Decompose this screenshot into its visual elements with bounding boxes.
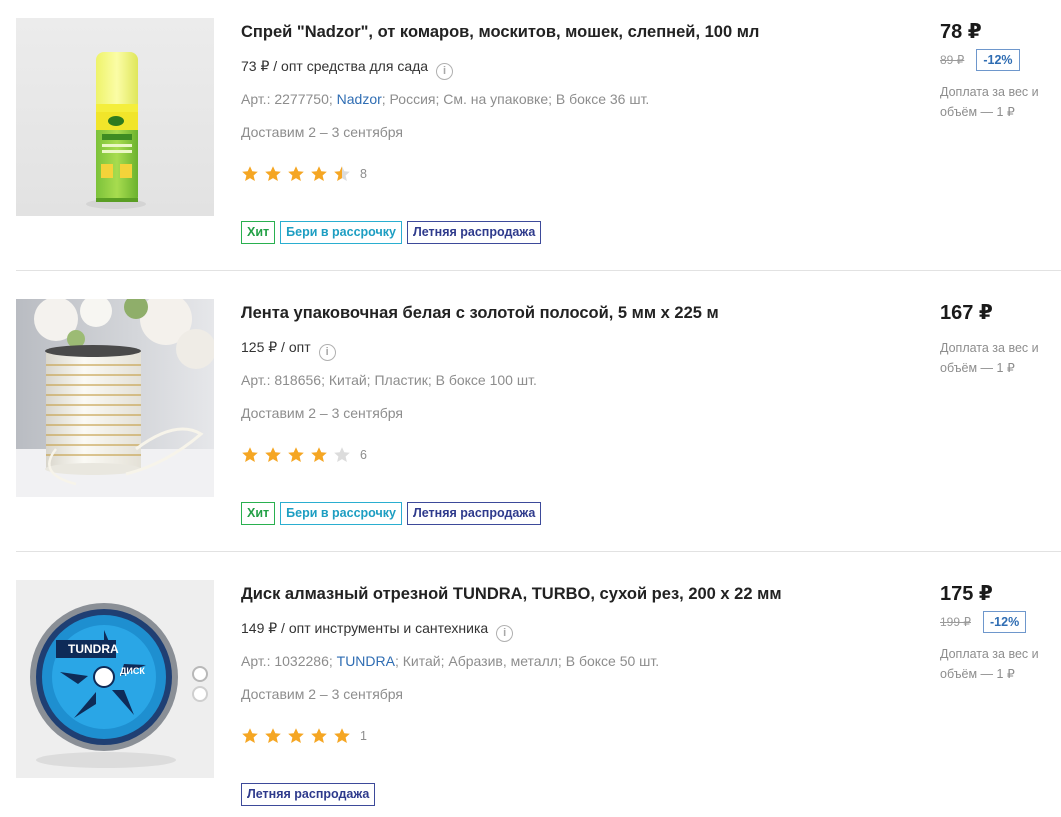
current-price: 78 ₽ xyxy=(940,21,982,43)
brand-link[interactable]: TUNDRA xyxy=(337,653,395,669)
specs-article: Арт.: 818656; Китай; Пластик; В боксе 10… xyxy=(241,372,537,388)
reviews-count[interactable]: 6 xyxy=(360,448,367,462)
badges: Хит Бери в рассрочку Летняя распродажа xyxy=(241,502,542,525)
surcharge-note: Доплата за вес и объём — 1 ₽ xyxy=(940,85,1039,119)
star-filled-icon xyxy=(311,447,327,462)
product-specs: Арт.: 818656; Китай; Пластик; В боксе 10… xyxy=(241,369,537,391)
star-filled-icon xyxy=(265,728,281,743)
disc-brand-label: TUNDRA xyxy=(68,642,119,656)
gallery-dot[interactable] xyxy=(192,666,208,682)
star-filled-icon xyxy=(288,166,304,181)
info-icon[interactable]: i xyxy=(496,625,514,642)
product-image-disc[interactable]: TUNDRA ДИСК xyxy=(16,580,214,778)
wholesale-price: 73 ₽ / опт средства для сада i xyxy=(241,55,454,80)
product-title[interactable]: Лента упаковочная белая с золотой полосо… xyxy=(241,299,931,327)
star-filled-icon xyxy=(242,447,258,462)
specs-rest: ; Россия; См. на упаковке; В боксе 36 шт… xyxy=(381,91,650,107)
brand-link[interactable]: Nadzor xyxy=(337,91,382,107)
badge-hit[interactable]: Хит xyxy=(241,502,276,525)
ribbon-spool-image xyxy=(16,299,214,497)
delivery-date: Доставим 2 – 3 сентября xyxy=(241,405,404,421)
badge-hit[interactable]: Хит xyxy=(241,221,276,244)
old-price: 89 ₽ xyxy=(940,53,965,67)
product-info: Диск алмазный отрезной TUNDRA, TURBO, су… xyxy=(241,580,931,806)
surcharge-note: Доплата за вес и объём — 1 ₽ xyxy=(940,341,1039,375)
specs-article: Арт.: 2277750; xyxy=(241,91,333,107)
product-title[interactable]: Диск алмазный отрезной TUNDRA, TURBO, су… xyxy=(241,580,931,608)
wholesale-text: 125 ₽ / опт xyxy=(241,339,311,355)
badge-summer-sale[interactable]: Летняя распродажа xyxy=(241,783,376,806)
current-price: 175 ₽ xyxy=(940,583,993,605)
star-empty-icon xyxy=(334,447,350,462)
spray-bottle-image xyxy=(16,18,214,216)
product-specs: Арт.: 2277750; Nadzor; Россия; См. на уп… xyxy=(241,88,649,110)
divider xyxy=(16,551,1061,552)
star-filled-icon xyxy=(265,166,281,181)
diamond-disc-image: TUNDRA ДИСК xyxy=(16,580,214,778)
current-price: 167 ₽ xyxy=(940,302,993,324)
product-image-spray[interactable] xyxy=(16,18,214,216)
star-half-icon xyxy=(334,166,350,181)
star-filled-icon xyxy=(288,447,304,462)
wholesale-price: 149 ₽ / опт инструменты и сантехника i xyxy=(241,617,514,642)
image-gallery-dots xyxy=(192,666,208,706)
product-title[interactable]: Спрей "Nadzor", от комаров, москитов, мо… xyxy=(241,18,931,46)
star-filled-icon xyxy=(242,166,258,181)
badges: Хит Бери в рассрочку Летняя распродажа xyxy=(241,221,542,244)
product-image-ribbon[interactable] xyxy=(16,299,214,497)
old-price-row: 89 ₽ -12% xyxy=(940,49,1020,71)
old-price: 199 ₽ xyxy=(940,615,971,629)
price-block: 167 ₽ Доплата за вес и объём — 1 ₽ xyxy=(940,299,1061,375)
star-filled-icon xyxy=(288,728,304,743)
badge-installment[interactable]: Бери в рассрочку xyxy=(280,502,402,525)
old-price-row: 199 ₽ -12% xyxy=(940,611,1027,633)
disc-title-label: ДИСК xyxy=(120,666,145,676)
wholesale-text: 149 ₽ / опт инструменты и сантехника xyxy=(241,620,489,636)
specs-article: Арт.: 1032286; xyxy=(241,653,333,669)
star-filled-icon xyxy=(311,166,327,181)
product-specs: Арт.: 1032286; TUNDRA; Китай; Абразив, м… xyxy=(241,650,659,672)
rating[interactable]: 1 xyxy=(241,725,367,747)
price-block: 78 ₽ 89 ₽ -12% Доплата за вес и объём — … xyxy=(940,18,1061,119)
badge-summer-sale[interactable]: Летняя распродажа xyxy=(406,221,542,244)
star-filled-icon xyxy=(311,728,327,743)
specs-rest: ; Китай; Абразив, металл; В боксе 50 шт. xyxy=(394,653,660,669)
discount-badge: -12% xyxy=(976,49,1020,71)
badge-summer-sale[interactable]: Летняя распродажа xyxy=(406,502,542,525)
delivery-date: Доставим 2 – 3 сентября xyxy=(241,124,404,140)
wholesale-text: 73 ₽ / опт средства для сада xyxy=(241,58,429,74)
divider xyxy=(16,270,1061,271)
discount-badge: -12% xyxy=(983,611,1027,633)
info-icon[interactable]: i xyxy=(318,344,336,361)
badges: Летняя распродажа xyxy=(241,783,376,806)
price-block: 175 ₽ 199 ₽ -12% Доплата за вес и объём … xyxy=(940,580,1061,681)
star-filled-icon xyxy=(242,728,258,743)
badge-installment[interactable]: Бери в рассрочку xyxy=(280,221,402,244)
rating[interactable]: 8 xyxy=(241,163,367,185)
rating[interactable]: 6 xyxy=(241,444,367,466)
star-filled-icon xyxy=(334,728,350,743)
product-info: Спрей "Nadzor", от комаров, москитов, мо… xyxy=(241,18,931,244)
info-icon[interactable]: i xyxy=(436,63,454,80)
reviews-count[interactable]: 8 xyxy=(360,167,367,181)
wholesale-price: 125 ₽ / опт i xyxy=(241,336,336,361)
gallery-dot[interactable] xyxy=(192,686,208,702)
product-info: Лента упаковочная белая с золотой полосо… xyxy=(241,299,931,525)
star-filled-icon xyxy=(265,447,281,462)
surcharge-note: Доплата за вес и объём — 1 ₽ xyxy=(940,647,1039,681)
delivery-date: Доставим 2 – 3 сентября xyxy=(241,686,404,702)
reviews-count[interactable]: 1 xyxy=(360,729,367,743)
